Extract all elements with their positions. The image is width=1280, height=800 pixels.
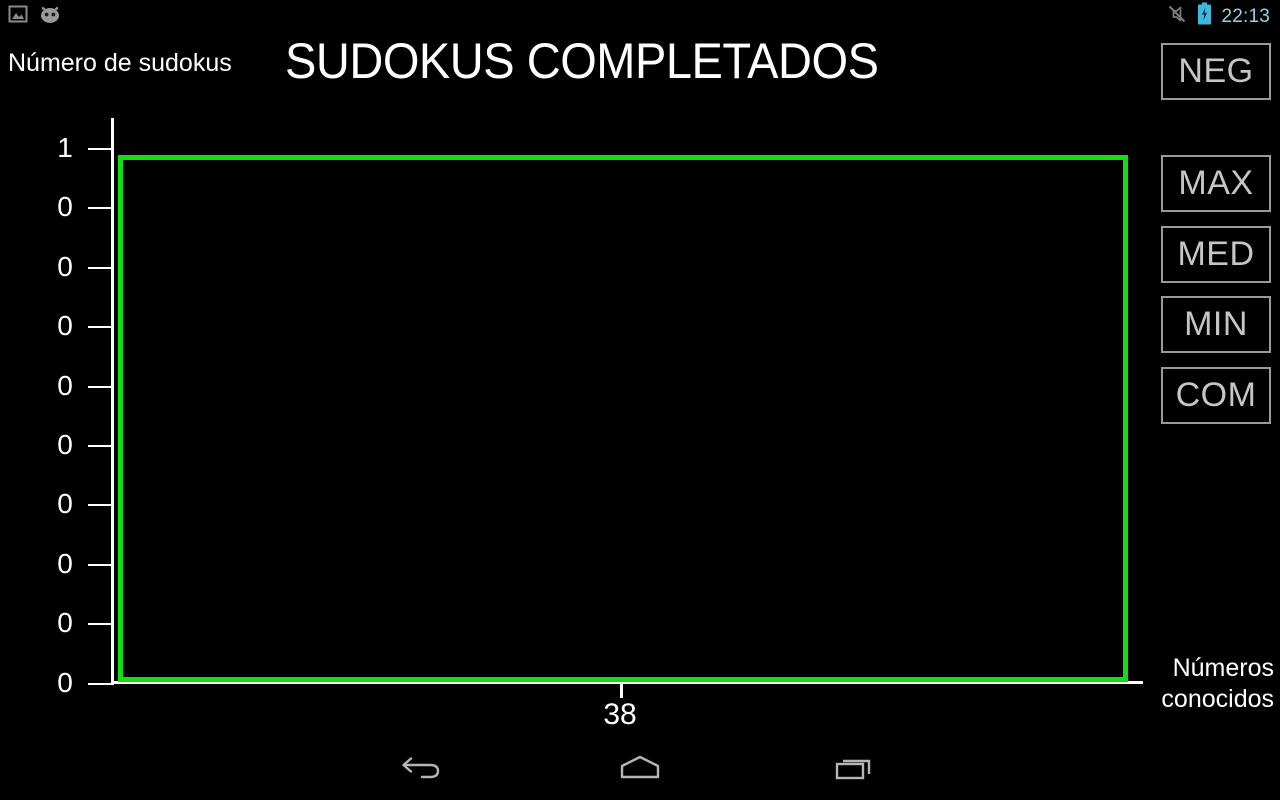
home-icon bbox=[614, 753, 666, 788]
back-button[interactable] bbox=[374, 740, 470, 800]
y-axis-tick-label: 0 bbox=[57, 369, 73, 401]
y-axis-tick bbox=[88, 623, 114, 626]
max-button[interactable]: MAX bbox=[1161, 155, 1271, 212]
y-axis-tick bbox=[88, 266, 114, 269]
android-navigation-bar bbox=[0, 740, 1280, 800]
control-button-panel: NEG MAX MED MIN COM bbox=[1152, 0, 1280, 740]
neg-button[interactable]: NEG bbox=[1161, 43, 1271, 100]
y-axis-tick-label: 0 bbox=[57, 488, 73, 520]
y-axis-tick-label: 0 bbox=[57, 429, 73, 460]
com-button[interactable]: COM bbox=[1161, 367, 1271, 424]
x-axis-tick-label: 38 bbox=[603, 698, 637, 731]
recents-icon bbox=[831, 753, 881, 788]
y-axis-tick-label: 0 bbox=[57, 547, 73, 579]
y-axis-tick bbox=[88, 385, 114, 388]
y-axis-line bbox=[111, 118, 114, 684]
y-axis-tick-label: 0 bbox=[57, 250, 73, 282]
y-axis-tick-label: 1 bbox=[57, 132, 73, 163]
y-axis-tick bbox=[88, 445, 114, 447]
chart-frame-rectangle bbox=[118, 155, 1128, 682]
y-axis-tick bbox=[88, 682, 114, 685]
y-axis-tick bbox=[88, 207, 114, 210]
y-axis-tick-label: 0 bbox=[57, 310, 73, 342]
y-axis-tick-label: 0 bbox=[57, 607, 73, 639]
y-axis-tick bbox=[88, 148, 114, 150]
y-axis-tick bbox=[88, 563, 114, 566]
home-button[interactable] bbox=[592, 740, 688, 800]
min-button[interactable]: MIN bbox=[1161, 296, 1271, 353]
back-icon bbox=[400, 753, 444, 788]
y-axis-tick-label: 0 bbox=[57, 191, 73, 223]
y-axis-tick bbox=[88, 326, 114, 329]
med-button[interactable]: MED bbox=[1161, 226, 1271, 283]
recents-button[interactable] bbox=[808, 740, 904, 800]
chart-plot-area[interactable]: 1 0 0 0 0 0 0 0 0 0 38 bbox=[0, 0, 1160, 740]
y-axis-tick bbox=[88, 504, 114, 507]
x-axis-tick bbox=[620, 684, 623, 698]
y-axis-tick-label: 0 bbox=[57, 666, 73, 698]
app-screen: 22:13 Número de sudokus SUDOKUS COMPLETA… bbox=[0, 0, 1280, 800]
